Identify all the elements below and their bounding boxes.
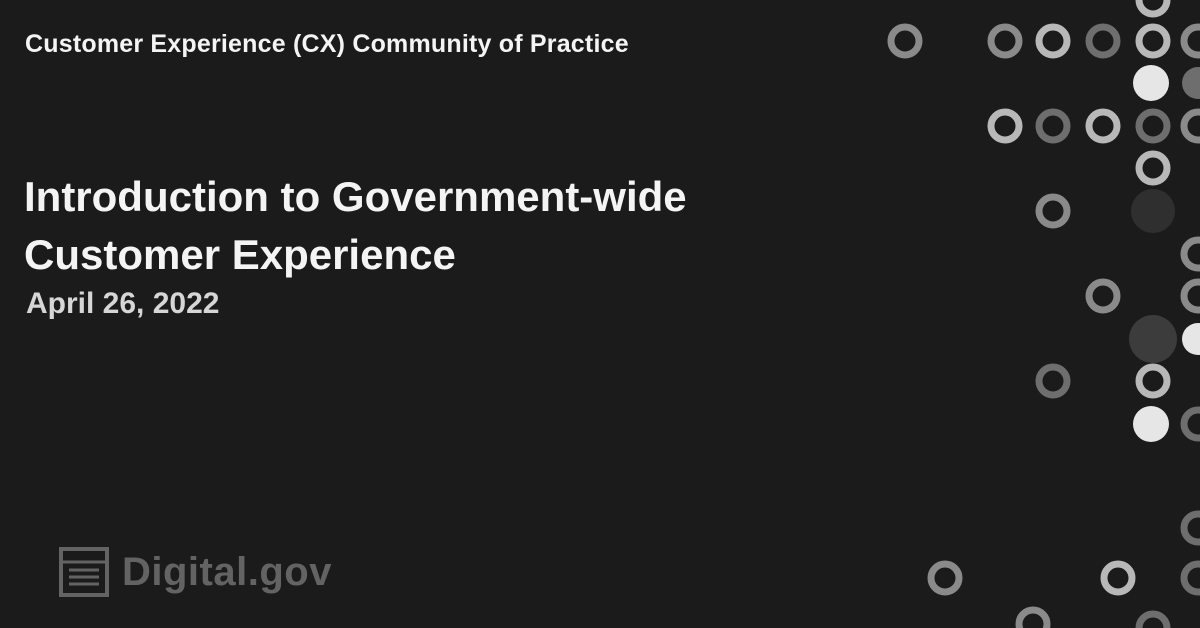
event-date: April 26, 2022 [26, 287, 220, 320]
event-title-line-1: Introduction to Government-wide [24, 173, 687, 220]
event-card: Customer Experience (CX) Community of Pr… [0, 0, 1200, 628]
digitalgov-logo: Digital.gov [58, 546, 332, 598]
event-title-line-2: Customer Experience [24, 231, 456, 278]
digitalgov-logo-icon [59, 547, 109, 597]
event-title: Introduction to Government-wide Customer… [24, 168, 844, 284]
ring-dot [887, 0, 1200, 628]
digitalgov-logo-text: Digital.gov [122, 549, 332, 594]
solid-dot [1129, 65, 1200, 442]
community-name: Customer Experience (CX) Community of Pr… [25, 30, 629, 58]
